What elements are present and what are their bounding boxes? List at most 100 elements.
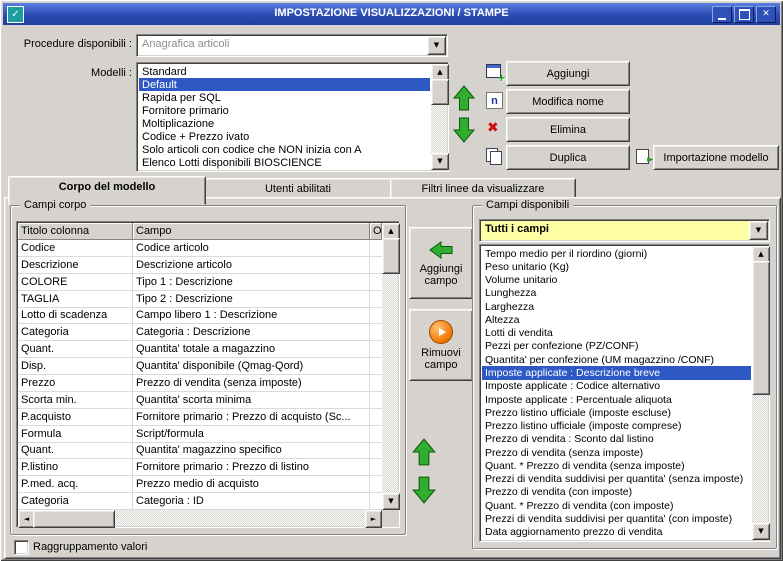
modifica-nome-button[interactable]: Modifica nome [506, 89, 630, 114]
table-row[interactable]: Disp. Quantita' disponibile (Qmag-Qord) [18, 358, 382, 375]
modelli-item[interactable]: Codice + Prezzo ivato [139, 130, 430, 143]
campi-disponibili-scrollbar[interactable]: ▲ ▼ [752, 246, 770, 540]
campo-disponibile-item[interactable]: Prezzo di vendita (senza imposte) [482, 446, 751, 459]
duplica-icon [486, 148, 503, 165]
scrollbar-thumb[interactable] [431, 79, 449, 105]
campo-disponibile-item[interactable]: Imposte applicate : Percentuale aliquota [482, 393, 751, 406]
campi-disponibili-items: Tempo medio per il riordino (giorni) Peso… [482, 247, 751, 539]
modelli-item[interactable]: Elenco Lotti disponibili BIOSCIENCE [139, 156, 430, 169]
scroll-right-button[interactable]: ► [365, 510, 382, 528]
campo-disponibile-item[interactable]: Lotti di vendita [482, 327, 751, 340]
table-vertical-scrollbar[interactable]: ▲ ▼ [382, 223, 400, 510]
campo-disponibile-item[interactable]: Larghezza [482, 300, 751, 313]
table-cell: Formula [18, 425, 133, 442]
model-move-up-button[interactable] [452, 84, 476, 112]
duplica-button[interactable]: Duplica [506, 145, 630, 170]
aggiungi-button[interactable]: Aggiungi [506, 61, 630, 86]
column-header-ordinamento[interactable]: Ordi [370, 223, 382, 240]
modifica-nome-icon: n [486, 92, 503, 109]
table-row[interactable]: Codice Codice articolo [18, 240, 382, 257]
importazione-modello-button[interactable]: Importazione modello [653, 145, 779, 170]
column-header-campo[interactable]: Campo [133, 223, 370, 240]
procedure-label: Procedure disponibili : [23, 38, 132, 50]
elimina-button[interactable]: Elimina [506, 117, 630, 142]
table-row[interactable]: Scorta min. Quantita' scorta minima [18, 391, 382, 409]
modelli-item[interactable]: Fornitore primario [139, 104, 430, 117]
close-button[interactable]: ✕ [756, 6, 776, 23]
green-arrow-up-icon [412, 438, 436, 466]
table-cell: Campo libero 1 : Descrizione [133, 307, 370, 324]
table-row[interactable]: Quant. Quantita' magazzino specifico [18, 442, 382, 460]
campo-disponibile-item[interactable]: Quantita' per confezione (UM magazzino /… [482, 353, 751, 366]
table-row[interactable]: COLORE Tipo 1 : Descrizione [18, 273, 382, 291]
table-cell [370, 493, 382, 509]
scrollbar-thumb[interactable] [382, 238, 400, 274]
campo-disponibile-item[interactable]: Lunghezza [482, 287, 751, 300]
importazione-modello-icon: ► [635, 148, 654, 165]
table-cell [370, 324, 382, 340]
modelli-item[interactable]: Solo articoli con codice che NON inizia … [139, 143, 430, 156]
table-cell: P.listino [18, 459, 133, 476]
table-row[interactable]: P.acquisto Fornitore primario : Prezzo di… [18, 408, 382, 426]
modelli-item[interactable]: Rapida per SQL [139, 91, 430, 104]
scrollbar-thumb[interactable] [752, 261, 770, 395]
campi-corpo-table[interactable]: Titolo colonna Campo Ordi CodiceCodice a… [16, 221, 400, 528]
scroll-down-button[interactable]: ▼ [752, 523, 770, 540]
minimize-button[interactable] [712, 6, 732, 23]
campo-disponibile-item[interactable]: Tempo medio per il riordino (giorni) [482, 247, 751, 260]
campi-filter-combobox[interactable]: Tutti i campi ▼ [479, 219, 770, 242]
table-cell: Quant. [18, 442, 133, 459]
table-row[interactable]: P.med. acq. Prezzo medio di acquisto [18, 476, 382, 494]
campi-disponibili-listbox[interactable]: Tempo medio per il riordino (giorni) Peso… [479, 244, 770, 542]
table-row[interactable]: TAGLIA Tipo 2 : Descrizione [18, 290, 382, 308]
campo-disponibile-item[interactable]: Data aggiornamento prezzo di vendita [482, 526, 751, 539]
modelli-item[interactable]: Default [139, 78, 430, 91]
titlebar[interactable]: ✓ IMPOSTAZIONE VISUALIZZAZIONI / STAMPE … [3, 3, 780, 25]
raggruppamento-checkbox[interactable] [14, 540, 29, 555]
campo-disponibile-item[interactable]: Prezzi di vendita suddivisi per quantita… [482, 473, 751, 486]
rimuovi-campo-button[interactable]: Rimuovi campo [409, 309, 473, 381]
procedure-combobox-arrow-button[interactable]: ▼ [427, 36, 446, 55]
modelli-listbox[interactable]: Standard Default Rapida per SQL Fornitore p… [136, 62, 449, 172]
campo-disponibile-item[interactable]: Altezza [482, 313, 751, 326]
table-row[interactable]: Prezzo Prezzo di vendita (senza imposte) [18, 375, 382, 392]
maximize-button[interactable] [734, 6, 754, 23]
aggiungi-campo-button[interactable]: Aggiungi campo [409, 227, 473, 299]
campo-disponibile-item[interactable]: Prezzo di vendita : Sconto dal listino [482, 433, 751, 446]
field-move-up-button[interactable] [411, 437, 437, 467]
modelli-item[interactable]: Moltiplicazione [139, 117, 430, 130]
table-row[interactable]: P.listino Fornitore primario : Prezzo di … [18, 459, 382, 477]
campo-disponibile-item[interactable]: Quant. * Prezzo di vendita (senza impost… [482, 459, 751, 472]
campo-disponibile-item[interactable]: Imposte applicate : Codice alternativo [482, 380, 751, 393]
campo-disponibile-item[interactable]: Peso unitario (Kg) [482, 260, 751, 273]
table-row[interactable]: Lotto di scadenza Campo libero 1 : Descri… [18, 307, 382, 325]
table-row[interactable]: Categoria Categoria : ID [18, 493, 382, 510]
scroll-down-button[interactable]: ▼ [382, 493, 400, 510]
procedure-combobox[interactable]: Anagrafica articoli ▼ [136, 34, 448, 57]
campo-disponibile-item[interactable]: Prezzo di vendita (con imposte) [482, 486, 751, 499]
table-row[interactable]: Categoria Categoria : Descrizione [18, 324, 382, 342]
column-header-titolo-colonna[interactable]: Titolo colonna [18, 223, 133, 240]
check-icon: ✓ [11, 9, 20, 20]
campo-disponibile-item[interactable]: Quant. * Prezzo di vendita (con imposte) [482, 499, 751, 512]
campo-disponibile-item[interactable]: Imposte applicate : Descrizione breve [482, 366, 751, 380]
table-cell [370, 358, 382, 374]
table-row[interactable]: Descrizione Descrizione articolo [18, 256, 382, 274]
modelli-item[interactable]: Standard [139, 65, 430, 78]
field-move-down-button[interactable] [411, 475, 437, 505]
model-move-down-button[interactable] [452, 116, 476, 144]
campi-filter-combobox-arrow-button[interactable]: ▼ [749, 221, 768, 240]
campo-disponibile-item[interactable]: Prezzi di vendita suddivisi per quantita… [482, 512, 751, 525]
campo-disponibile-item[interactable]: Pezzi per confezione (PZ/CONF) [482, 340, 751, 353]
scroll-down-button[interactable]: ▼ [431, 153, 449, 170]
table-cell [370, 240, 382, 256]
campo-disponibile-item[interactable]: Prezzo listino ufficiale (imposte esclus… [482, 406, 751, 419]
table-row[interactable]: Quant. Quantita' totale a magazzino [18, 341, 382, 359]
modelli-scrollbar[interactable]: ▲ ▼ [431, 64, 449, 170]
table-cell [370, 409, 382, 425]
campo-disponibile-item[interactable]: Prezzo listino ufficiale (imposte compre… [482, 419, 751, 432]
scrollbar-thumb[interactable] [33, 510, 115, 528]
campo-disponibile-item[interactable]: Volume unitario [482, 274, 751, 287]
table-row[interactable]: Formula Script/formula [18, 425, 382, 443]
table-horizontal-scrollbar[interactable]: ◄ ► [18, 510, 382, 528]
